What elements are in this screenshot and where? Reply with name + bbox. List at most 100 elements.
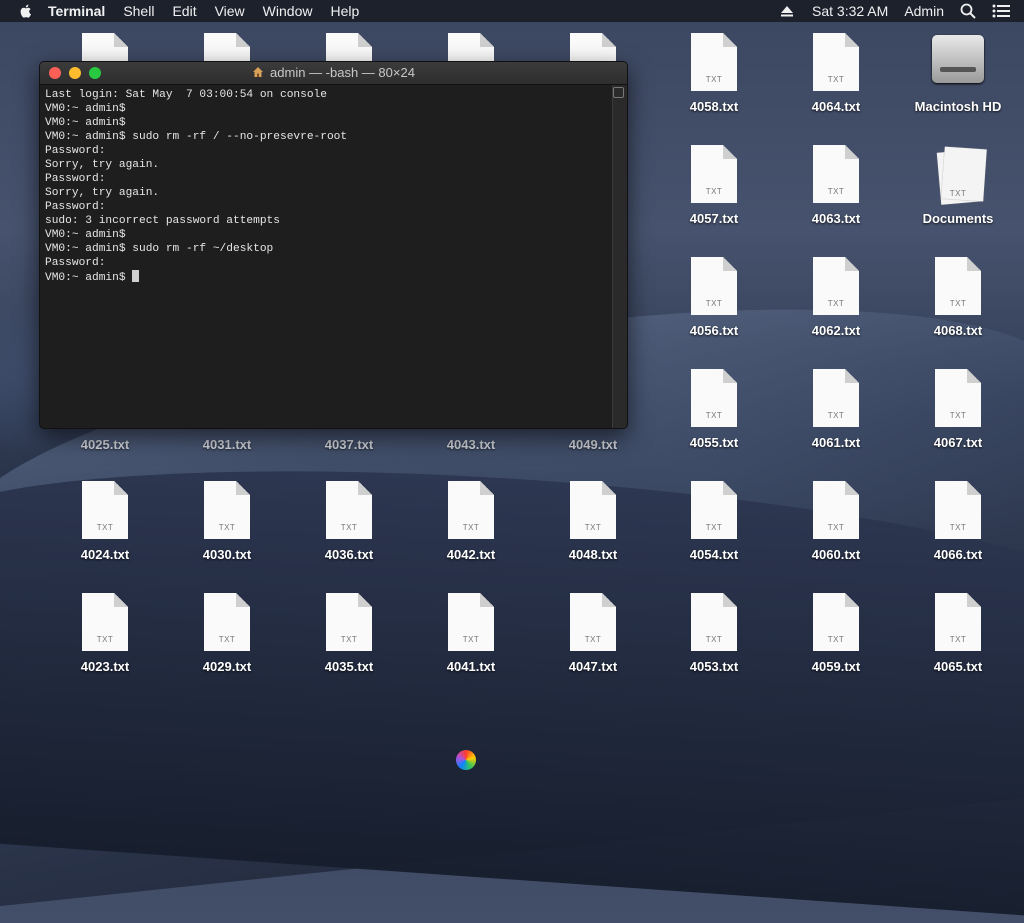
menu-edit[interactable]: Edit (172, 3, 196, 19)
document-icon: TXT (570, 481, 616, 539)
desktop-file-4041[interactable]: TXT 4041.txt (421, 593, 521, 674)
desktop-file-4058[interactable]: TXT 4058.txt (664, 33, 764, 114)
desktop-file-4061[interactable]: TXT 4061.txt (786, 369, 886, 450)
color-wheel-icon[interactable] (456, 750, 476, 770)
terminal-scrollbar[interactable] (612, 85, 627, 428)
terminal-line: Password: (45, 257, 106, 269)
apple-menu-icon[interactable] (18, 3, 34, 19)
terminal-line: Last login: Sat May 7 03:00:54 on consol… (45, 89, 327, 101)
document-icon: TXT (813, 145, 859, 203)
desktop-file-4068[interactable]: TXT 4068.txt (908, 257, 1008, 338)
txt-badge: TXT (705, 187, 723, 196)
desktop-file-4059[interactable]: TXT 4059.txt (786, 593, 886, 674)
file-label: 4049.txt (568, 437, 618, 452)
desktop-file-4067[interactable]: TXT 4067.txt (908, 369, 1008, 450)
menu-extras: Sat 3:32 AM Admin (780, 0, 1024, 22)
desktop-file-4023[interactable]: TXT 4023.txt (55, 593, 155, 674)
file-label: 4029.txt (202, 659, 252, 674)
minimize-button[interactable] (69, 67, 81, 79)
file-label: 4030.txt (202, 547, 252, 562)
document-icon: TXT (935, 481, 981, 539)
desktop-file-4055[interactable]: TXT 4055.txt (664, 369, 764, 450)
menu-app-terminal[interactable]: Terminal (48, 3, 105, 19)
document-icon: TXT (691, 33, 737, 91)
file-label: 4061.txt (811, 435, 861, 450)
txt-badge: TXT (462, 635, 480, 644)
menu-window[interactable]: Window (263, 3, 313, 19)
text-cursor (132, 270, 140, 282)
txt-badge: TXT (949, 299, 967, 308)
menu-user[interactable]: Admin (904, 3, 944, 19)
file-label: 4059.txt (811, 659, 861, 674)
file-label: 4031.txt (202, 437, 252, 452)
file-label: Macintosh HD (914, 99, 1002, 114)
menu-clock[interactable]: Sat 3:32 AM (812, 3, 888, 19)
desktop-file-4057[interactable]: TXT 4057.txt (664, 145, 764, 226)
desktop-file-4063[interactable]: TXT 4063.txt (786, 145, 886, 226)
terminal-output[interactable]: Last login: Sat May 7 03:00:54 on consol… (40, 85, 615, 428)
terminal-line: VM0:~ admin$ (45, 229, 126, 241)
desktop-file-4036[interactable]: TXT 4036.txt (299, 481, 399, 562)
file-label: 4055.txt (689, 435, 739, 450)
document-icon: TXT (691, 593, 737, 651)
file-label: 4063.txt (811, 211, 861, 226)
desktop-file-4024[interactable]: TXT 4024.txt (55, 481, 155, 562)
menu-help[interactable]: Help (330, 3, 359, 19)
zoom-button[interactable] (89, 67, 101, 79)
desktop-file-4060[interactable]: TXT 4060.txt (786, 481, 886, 562)
desktop-file-4030[interactable]: TXT 4030.txt (177, 481, 277, 562)
terminal-line: VM0:~ admin$ sudo rm -rf / --no-presevre… (45, 131, 348, 143)
document-icon: TXT (813, 369, 859, 427)
desktop-file-4042[interactable]: TXT 4042.txt (421, 481, 521, 562)
document-icon: TXT (813, 481, 859, 539)
window-title: admin — -bash — 80×24 (270, 65, 415, 80)
txt-badge: TXT (340, 523, 358, 532)
txt-badge: TXT (96, 523, 114, 532)
txt-badge: TXT (705, 523, 723, 532)
desktop-macintosh-hd[interactable]: Macintosh HD (908, 31, 1008, 114)
document-icon: TXT (935, 257, 981, 315)
txt-badge: TXT (340, 635, 358, 644)
document-icon: TXT (448, 593, 494, 651)
desktop-file-4047[interactable]: TXT 4047.txt (543, 593, 643, 674)
file-label: Documents (922, 211, 994, 226)
terminal-line: Password: (45, 145, 106, 157)
close-button[interactable] (49, 67, 61, 79)
terminal-titlebar[interactable]: admin — -bash — 80×24 (40, 62, 627, 85)
txt-badge: TXT (462, 523, 480, 532)
terminal-line: Password: (45, 201, 106, 213)
spotlight-search-icon[interactable] (960, 3, 976, 19)
file-label: 4023.txt (80, 659, 130, 674)
document-icon: TXT (691, 145, 737, 203)
desktop-file-4065[interactable]: TXT 4065.txt (908, 593, 1008, 674)
desktop-file-4048[interactable]: TXT 4048.txt (543, 481, 643, 562)
txt-badge: TXT (827, 75, 845, 84)
txt-badge: TXT (218, 635, 236, 644)
notification-center-icon[interactable] (992, 4, 1010, 18)
txt-badge: TXT (705, 411, 723, 420)
document-icon: TXT (691, 369, 737, 427)
terminal-prompt-line[interactable]: VM0:~ admin$ (45, 270, 615, 284)
menu-view[interactable]: View (215, 3, 245, 19)
scrollbar-menu-icon[interactable] (613, 87, 624, 98)
desktop-file-4029[interactable]: TXT 4029.txt (177, 593, 277, 674)
desktop-file-4035[interactable]: TXT 4035.txt (299, 593, 399, 674)
menu-shell[interactable]: Shell (123, 3, 154, 19)
desktop-documents-stack[interactable]: TXT Documents (908, 145, 1008, 226)
file-label: 4057.txt (689, 211, 739, 226)
txt-badge: TXT (827, 187, 845, 196)
home-folder-icon (253, 67, 264, 77)
desktop-file-4066[interactable]: TXT 4066.txt (908, 481, 1008, 562)
terminal-line: sudo: 3 incorrect password attempts (45, 215, 280, 227)
document-icon: TXT (326, 593, 372, 651)
terminal-window[interactable]: admin — -bash — 80×24 Last login: Sat Ma… (39, 61, 628, 429)
desktop-file-4064[interactable]: TXT 4064.txt (786, 33, 886, 114)
desktop-file-4053[interactable]: TXT 4053.txt (664, 593, 764, 674)
eject-icon[interactable] (780, 5, 794, 17)
desktop-file-4054[interactable]: TXT 4054.txt (664, 481, 764, 562)
txt-badge: TXT (949, 411, 967, 420)
txt-badge: TXT (827, 523, 845, 532)
file-label: 4068.txt (933, 323, 983, 338)
desktop-file-4056[interactable]: TXT 4056.txt (664, 257, 764, 338)
desktop-file-4062[interactable]: TXT 4062.txt (786, 257, 886, 338)
